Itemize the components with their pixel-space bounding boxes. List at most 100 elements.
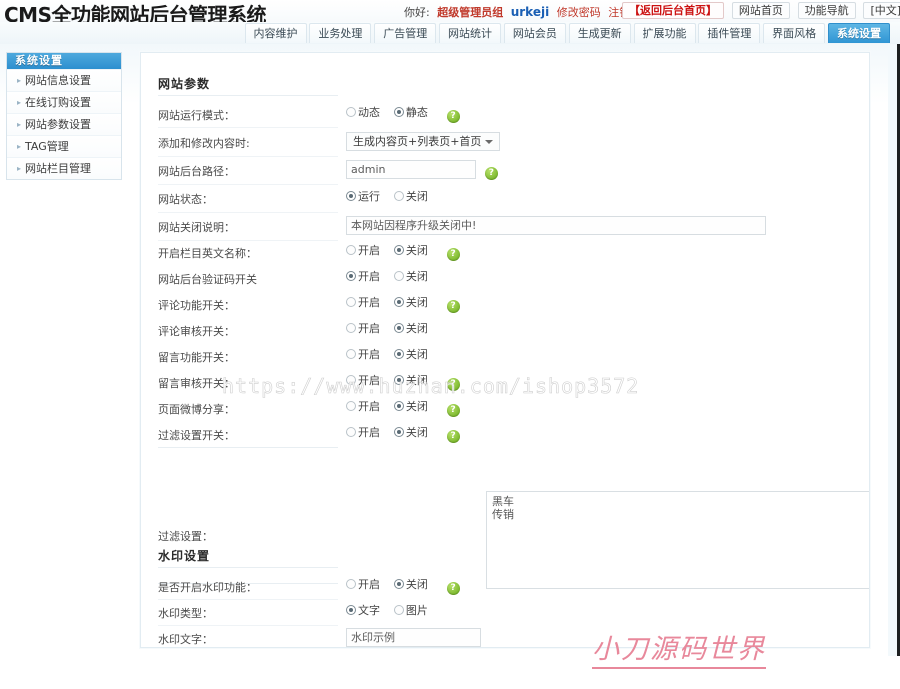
radio-label-on: 开启 <box>358 296 380 309</box>
sidebar-item-label: 在线订购设置 <box>25 96 92 109</box>
radio-label-running: 运行 <box>358 190 380 203</box>
help-icon[interactable]: ? <box>446 110 460 123</box>
radio-weibo-share-on[interactable] <box>346 401 356 411</box>
radio-label-off: 关闭 <box>405 322 428 335</box>
label-watermark-enable: 是否开启水印功能： <box>158 581 257 594</box>
radio-label-off: 关闭 <box>405 374 428 387</box>
radio-run-mode-dynamic[interactable] <box>346 107 356 117</box>
row-watermark-type: 水印类型： 文字 图片 <box>141 599 869 626</box>
radio-guestbook-audit-on[interactable] <box>346 375 356 385</box>
row-watermark-enable: 是否开启水印功能： 开启 关闭 ? <box>141 573 869 600</box>
radio-watermark-type-text[interactable] <box>346 605 356 615</box>
tab-ui-style[interactable]: 界面风格 <box>763 23 826 43</box>
label-filter-settings: 过滤设置： <box>158 530 213 543</box>
site-home-button[interactable]: 网站首页 <box>731 2 790 19</box>
control-comment-audit: 开启 关闭 <box>346 320 438 336</box>
section-divider <box>158 95 338 96</box>
radio-en-colname-off[interactable] <box>393 245 404 255</box>
label-guestbook-function: 留言功能开关： <box>158 351 235 364</box>
help-icon[interactable]: ? <box>446 300 460 313</box>
radio-filter-switch-on[interactable] <box>346 427 356 437</box>
sidebar-item-label: 网站信息设置 <box>25 74 92 87</box>
radio-label-off: 关闭 <box>405 348 428 361</box>
radio-guestbook-fn-on[interactable] <box>346 349 356 359</box>
language-switch-button[interactable]: [中文]切换 <box>863 2 900 19</box>
select-generate-mode[interactable]: 生成内容页+列表页+首页 <box>346 132 501 151</box>
row-close-note: 网站关闭说明： <box>141 213 869 240</box>
change-password-link[interactable]: 修改密码 <box>557 6 601 19</box>
radio-en-colname-on[interactable] <box>346 245 356 255</box>
tab-plugin-management[interactable]: 插件管理 <box>698 23 761 43</box>
sidebar-item-column-management[interactable]: ▸ 网站栏目管理 <box>7 157 121 179</box>
sidebar-item-label: 网站参数设置 <box>25 118 92 131</box>
radio-watermark-off[interactable] <box>393 579 404 589</box>
radio-admin-captcha-on[interactable] <box>346 271 356 281</box>
row-guestbook-audit: 留言审核开关： 开启 关闭 ? <box>141 369 869 396</box>
tab-business-process[interactable]: 业务处理 <box>309 23 372 43</box>
tab-generate-update[interactable]: 生成更新 <box>568 23 631 43</box>
main-nav-bar: 内容维护 业务处理 广告管理 网站统计 网站会员 生成更新 扩展功能 插件管理 … <box>0 22 900 45</box>
greeting-prefix: 你好: <box>404 6 430 19</box>
sidebar-item-label: 网站栏目管理 <box>25 162 92 175</box>
tab-site-members[interactable]: 网站会员 <box>503 23 566 43</box>
radio-label-on: 开启 <box>358 578 380 591</box>
radio-weibo-share-off[interactable] <box>393 401 404 411</box>
help-icon[interactable]: ? <box>446 404 460 417</box>
radio-watermark-type-image[interactable] <box>393 605 404 615</box>
row-weibo-share: 页面微博分享： 开启 关闭 ? <box>141 395 869 422</box>
label-watermark-text: 水印文字： <box>158 633 213 646</box>
help-icon[interactable]: ? <box>446 248 460 261</box>
control-watermark-text <box>346 628 481 647</box>
control-guestbook-audit: 开启 关闭 ? <box>346 372 460 391</box>
label-weibo-share: 页面微博分享： <box>158 403 235 416</box>
radio-label-on: 开启 <box>358 400 380 413</box>
radio-admin-captcha-off[interactable] <box>393 271 404 281</box>
radio-filter-switch-off[interactable] <box>393 427 404 437</box>
radio-comment-audit-on[interactable] <box>346 323 356 333</box>
sidebar-item-online-order[interactable]: ▸ 在线订购设置 <box>7 91 121 113</box>
control-comment-function: 开启 关闭 ? <box>346 294 460 313</box>
radio-label-off: 关闭 <box>405 296 428 309</box>
chevron-right-icon: ▸ <box>17 164 22 173</box>
radio-site-status-running[interactable] <box>346 191 356 201</box>
radio-comment-fn-off[interactable] <box>393 297 404 307</box>
control-run-mode: 动态 静态 ? <box>346 104 460 123</box>
radio-site-status-closed[interactable] <box>393 191 404 201</box>
radio-run-mode-static[interactable] <box>393 107 404 117</box>
control-english-column-name: 开启 关闭 ? <box>346 242 460 261</box>
function-nav-button[interactable]: 功能导航 <box>797 2 856 19</box>
tab-system-settings[interactable]: 系统设置 <box>828 23 890 43</box>
tab-content-maintenance[interactable]: 内容维护 <box>244 23 307 43</box>
help-icon[interactable]: ? <box>484 167 498 180</box>
radio-label-static: 静态 <box>405 106 428 119</box>
help-icon[interactable]: ? <box>446 430 460 443</box>
chevron-right-icon: ▸ <box>17 120 22 129</box>
tab-extensions[interactable]: 扩展功能 <box>633 23 696 43</box>
row-watermark-text: 水印文字： <box>141 625 869 647</box>
header-button-group: 【返回后台首页】 网站首页 功能导航 [中文]切换 <box>622 2 900 19</box>
label-run-mode: 网站运行模式： <box>158 109 235 122</box>
sidebar-item-tag-management[interactable]: ▸ TAG管理 <box>7 135 121 157</box>
help-icon[interactable]: ? <box>446 582 460 595</box>
tab-ad-management[interactable]: 广告管理 <box>374 23 437 43</box>
label-watermark-type: 水印类型： <box>158 607 213 620</box>
radio-comment-audit-off[interactable] <box>393 323 404 333</box>
watermark-text-input[interactable] <box>346 628 481 647</box>
username: urkeji <box>510 5 550 19</box>
sidebar-item-site-info[interactable]: ▸ 网站信息设置 <box>7 69 121 91</box>
radio-guestbook-fn-off[interactable] <box>393 349 404 359</box>
row-on-modify: 添加和修改内容时: 生成内容页+列表页+首页 <box>141 129 869 156</box>
radio-guestbook-audit-off[interactable] <box>393 375 404 385</box>
control-admin-path: ? <box>346 160 498 180</box>
page-right-gutter <box>888 44 897 656</box>
radio-comment-fn-on[interactable] <box>346 297 356 307</box>
back-to-admin-home-button[interactable]: 【返回后台首页】 <box>622 2 724 19</box>
help-icon[interactable]: ? <box>446 378 460 391</box>
close-note-input[interactable] <box>346 216 766 235</box>
row-comment-audit: 评论审核开关： 开启 关闭 <box>141 317 869 344</box>
tab-site-statistics[interactable]: 网站统计 <box>439 23 502 43</box>
sidebar-item-site-params[interactable]: ▸ 网站参数设置 <box>7 113 121 135</box>
admin-path-input[interactable] <box>346 160 476 179</box>
control-admin-captcha: 开启 关闭 <box>346 268 438 284</box>
radio-watermark-on[interactable] <box>346 579 356 589</box>
